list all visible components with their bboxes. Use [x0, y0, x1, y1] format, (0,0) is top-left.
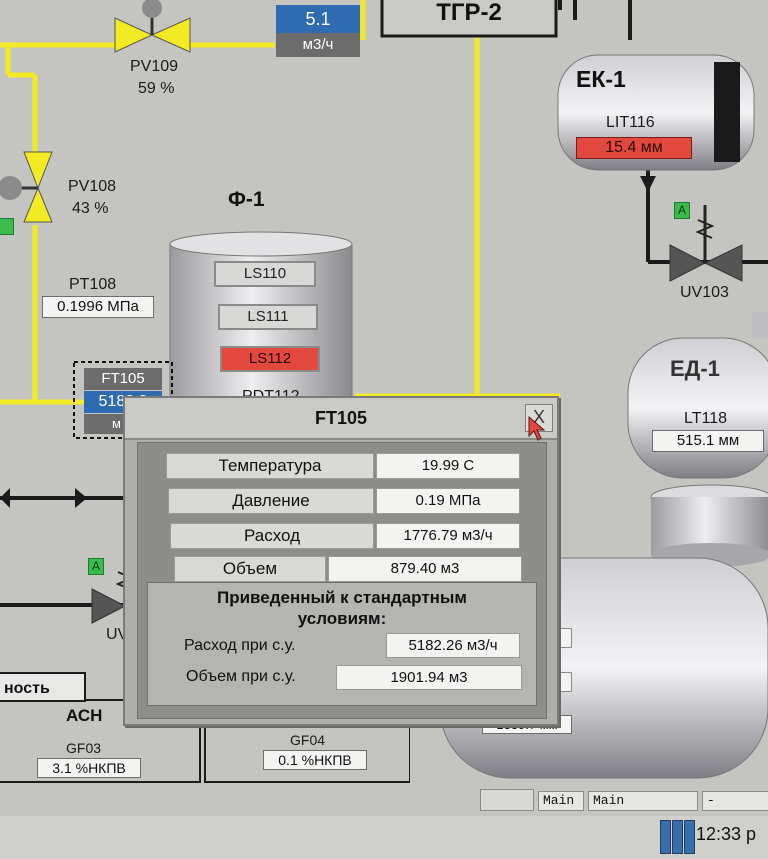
ek1-title: ЕК-1	[576, 66, 626, 92]
std-volume-label: Объем при с.у.	[186, 668, 296, 685]
dialog-title[interactable]: FT105	[125, 398, 557, 440]
temperature-label: Температура	[166, 453, 374, 479]
pv109-value: 59 %	[138, 80, 175, 97]
volume-value: 879.40 м3	[328, 556, 522, 582]
flow-5-1-unit: м3/ч	[276, 33, 360, 57]
temperature-value: 19.99 С	[376, 453, 520, 479]
pressure-value: 0.19 МПа	[376, 488, 520, 514]
ed1-title: ЕД-1	[670, 356, 720, 381]
pv109-valve	[114, 0, 191, 53]
taskbar-clock[interactable]: 12:33 р	[696, 824, 756, 845]
lit116-tag[interactable]: LIT116	[606, 114, 655, 132]
f1-title: Ф-1	[228, 188, 265, 211]
taskbar-item-dash[interactable]: -	[702, 791, 768, 811]
lt118-tag[interactable]: LT118	[684, 410, 727, 428]
gf03-tag[interactable]: GF03	[66, 740, 101, 756]
lit116-value: 15.4 мм	[576, 137, 692, 159]
std-volume-value: 1901.94 м3	[336, 665, 522, 690]
tgr2-label[interactable]: ТГР-2	[382, 0, 556, 26]
cylinder-vessel	[650, 484, 768, 567]
uv103-tag[interactable]: UV103	[680, 284, 729, 302]
pt108-tag[interactable]: PT108	[69, 276, 116, 294]
gf03-value: 3.1 %НКПВ	[37, 758, 141, 778]
ft105-tag[interactable]: FT105	[84, 368, 162, 390]
taskbar: Main Main - 12:33 р	[0, 789, 768, 859]
tray-icon-3[interactable]	[684, 820, 695, 854]
std-heading-line1: Приведенный к стандартным	[216, 588, 468, 607]
pv109-tag[interactable]: PV109	[130, 58, 178, 76]
volume-label: Объем	[174, 556, 326, 582]
ls112-indicator[interactable]: LS112	[220, 346, 320, 372]
taskbar-item-main-1[interactable]: Main	[538, 791, 584, 811]
flow-value: 1776.79 м3/ч	[376, 523, 520, 549]
pv108-valve	[0, 151, 53, 223]
ed1-vessel	[627, 312, 768, 479]
function-button-partial[interactable]: ность	[0, 672, 86, 702]
gf04-value: 0.1 %НКПВ	[263, 750, 367, 770]
gf04-tag[interactable]: GF04	[290, 732, 325, 748]
lt118-value: 515.1 мм	[652, 430, 764, 452]
ach-label: АСН	[66, 706, 103, 725]
pv108-value: 43 %	[72, 200, 109, 217]
standard-conditions-panel: Приведенный к стандартным условиям: Расх…	[147, 582, 537, 706]
flow-5-1-value[interactable]: 5.1	[276, 5, 360, 33]
tray-icon-1[interactable]	[660, 820, 671, 854]
std-flow-label: Расход при с.у.	[184, 637, 296, 654]
ls111-indicator[interactable]: LS111	[218, 304, 318, 330]
uv10-mode-a: A	[88, 558, 104, 575]
taskbar-item-main-2[interactable]: Main	[588, 791, 698, 811]
pv108-tag[interactable]: PV108	[68, 178, 116, 196]
taskbar-slot-1[interactable]	[480, 789, 534, 811]
pressure-label: Давление	[168, 488, 374, 514]
uv103-mode-a: A	[674, 202, 690, 219]
ls110-indicator[interactable]: LS110	[214, 261, 316, 287]
ft105-faceplate-dialog[interactable]: FT105 X Температура 19.99 С Давление 0.1…	[123, 396, 559, 726]
std-flow-value: 5182.26 м3/ч	[386, 633, 520, 658]
std-heading-line2: условиям:	[297, 609, 387, 628]
pt108-value: 0.1996 МПа	[42, 296, 154, 318]
mouse-cursor-icon	[528, 416, 546, 441]
mode-a-indicator-left	[0, 218, 14, 235]
flow-label: Расход	[170, 523, 374, 549]
tray-icon-2[interactable]	[672, 820, 683, 854]
